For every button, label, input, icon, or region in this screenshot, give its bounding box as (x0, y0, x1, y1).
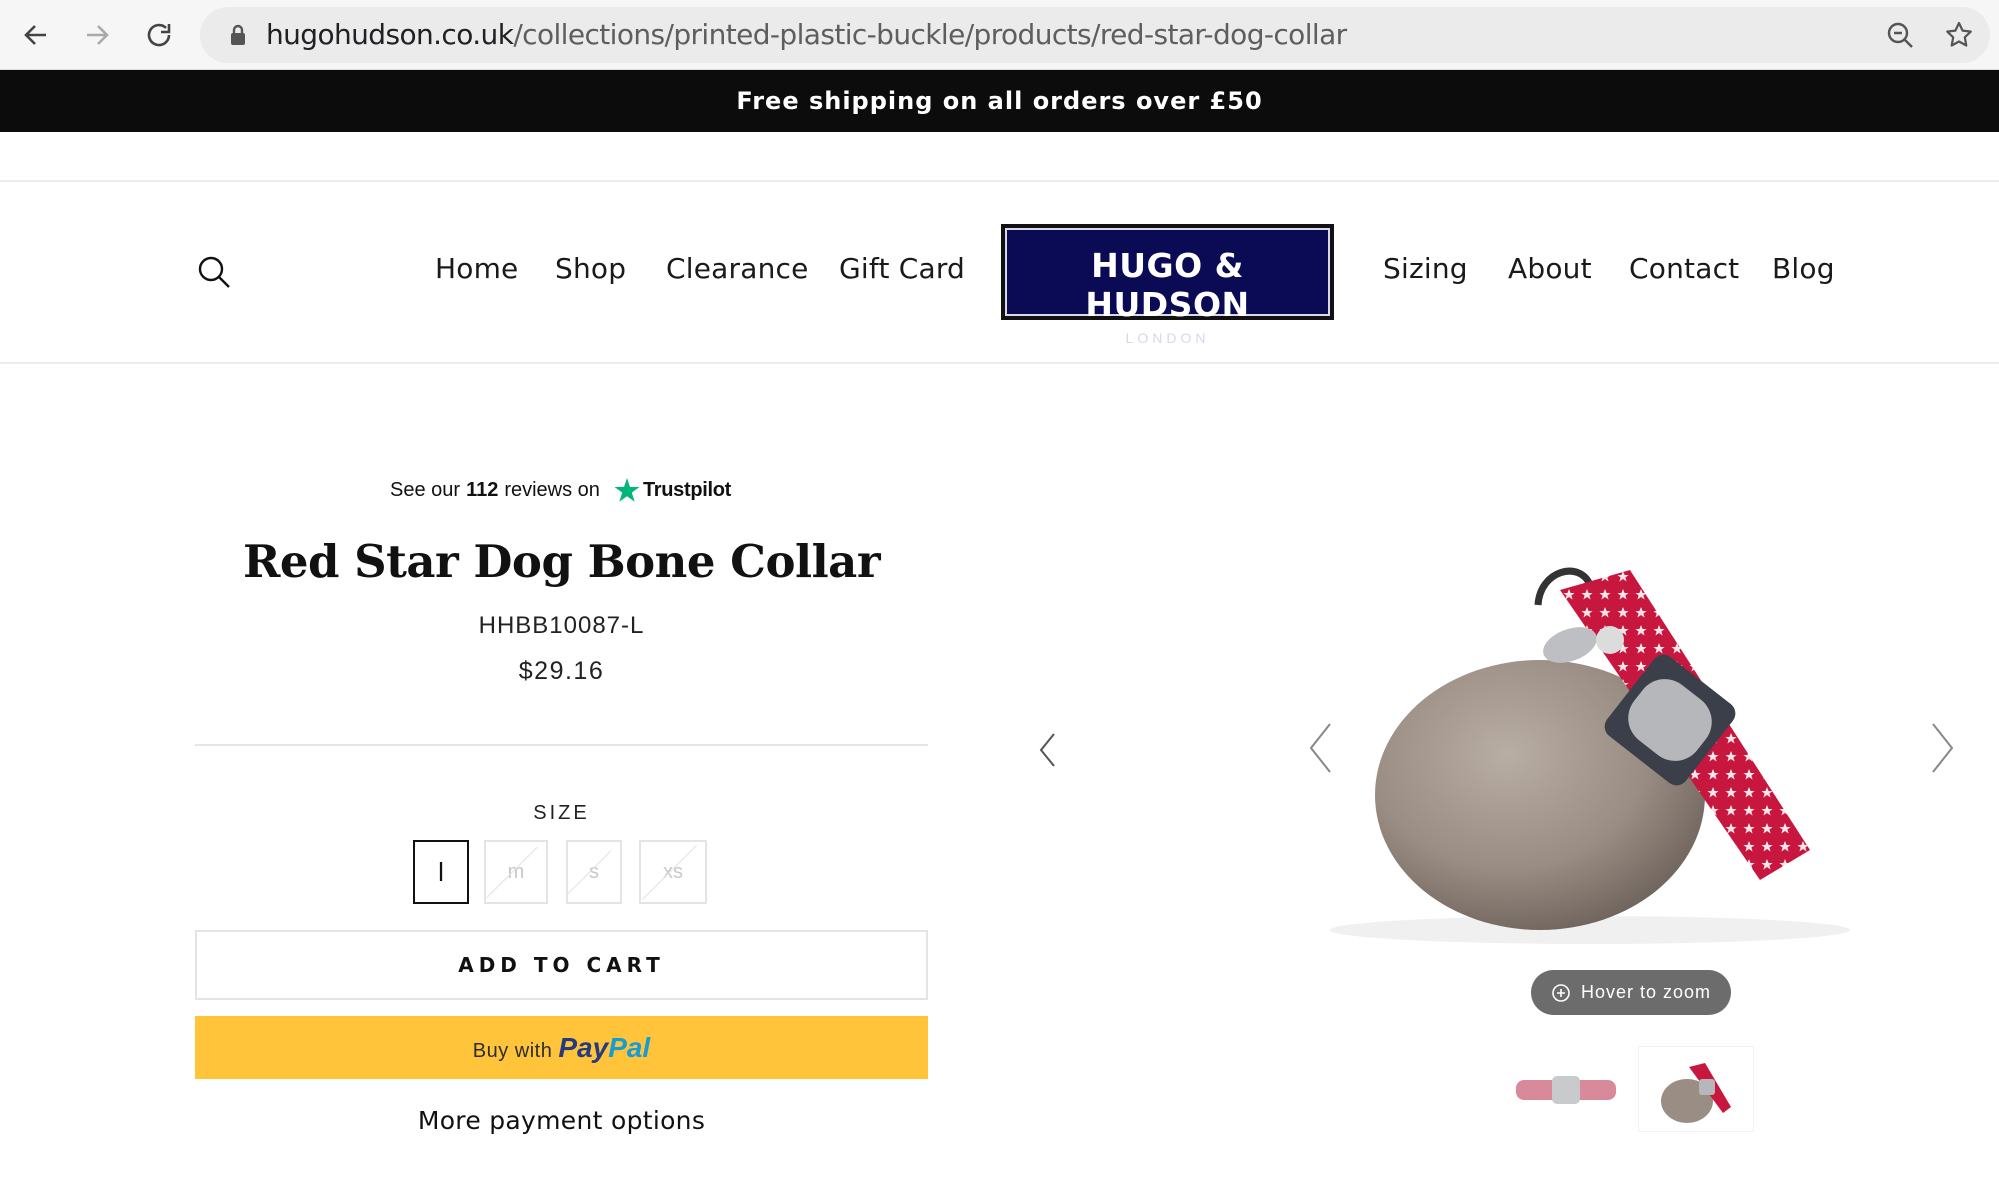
gallery-prev-outer[interactable] (1038, 732, 1058, 773)
product-price: $29.16 (518, 657, 605, 685)
collar-thumbnail-image (1516, 1076, 1616, 1104)
more-payment-options-link[interactable]: More payment options (195, 1106, 928, 1135)
paypal-logo-pal: Pal (608, 1032, 651, 1063)
nav-shop[interactable]: Shop (555, 252, 626, 285)
nav-sizing[interactable]: Sizing (1383, 252, 1468, 285)
forward-button[interactable] (75, 13, 119, 57)
chevron-left-icon (1039, 733, 1055, 767)
address-bar[interactable]: hugohudson.co.uk/collections/printed-pla… (200, 7, 1990, 63)
zoom-hint-text: Hover to zoom (1580, 982, 1712, 1002)
collar-on-stone-thumbnail-image (1661, 1063, 1731, 1123)
nav-clearance[interactable]: Clearance (666, 252, 809, 285)
size-option-s[interactable]: s (566, 840, 622, 904)
announcement-bar: Free shipping on all orders over £50 (0, 70, 1999, 132)
nav-gift-card[interactable]: Gift Card (839, 252, 965, 285)
gallery-next-button[interactable] (1929, 722, 1955, 779)
hover-to-zoom-badge: Hover to zoom (1531, 970, 1731, 1015)
zoom-plus-icon (1551, 983, 1571, 1003)
nav-home[interactable]: Home (435, 252, 519, 285)
reload-icon (147, 23, 171, 47)
trustpilot-prefix: See our (390, 478, 461, 501)
nav-blog[interactable]: Blog (1772, 252, 1835, 285)
thumbnail-2-active[interactable] (1638, 1046, 1754, 1132)
reload-button[interactable] (137, 13, 181, 57)
search-button[interactable] (196, 254, 232, 295)
paypal-buy-with: Buy with (472, 1040, 553, 1062)
back-button[interactable] (14, 13, 58, 57)
paypal-logo-pay: Pay (558, 1032, 609, 1063)
url-host: hugohudson.co.uk (266, 18, 514, 51)
logo-name: HUGO & HUDSON (1085, 246, 1250, 324)
size-option-label: xs (663, 860, 683, 883)
size-option-m[interactable]: m (484, 840, 548, 904)
zoom-icon[interactable] (1880, 15, 1920, 55)
logo-panel: HUGO & HUDSON LONDON (1005, 228, 1330, 346)
arrow-right-icon (87, 25, 109, 45)
nav-contact[interactable]: Contact (1629, 252, 1739, 285)
trustpilot-count: 112 (466, 478, 499, 501)
search-icon (198, 256, 230, 288)
product-divider (195, 744, 928, 746)
unavailable-strike (486, 846, 538, 899)
size-option-xs[interactable]: xs (639, 840, 707, 904)
browser-toolbar: hugohudson.co.uk/collections/printed-pla… (0, 0, 1999, 70)
product-title: Red Star Dog Bone Collar (242, 535, 881, 588)
size-label: SIZE (533, 802, 590, 824)
size-option-l[interactable]: l (413, 840, 469, 904)
collar-on-stone-image (1330, 567, 1850, 944)
lock-icon (218, 15, 258, 55)
trustpilot-suffix: reviews on (504, 478, 600, 501)
unavailable-strike (568, 850, 612, 895)
site-header: Home Shop Clearance Gift Card Sizing Abo… (0, 182, 1999, 362)
trustpilot-brand-text: Trustpilot (642, 478, 732, 501)
logo-subtitle: LONDON (1125, 330, 1210, 346)
size-option-label: l (438, 856, 444, 887)
nav-about[interactable]: About (1508, 252, 1592, 285)
unavailable-strike (641, 844, 697, 901)
trustpilot-brand: Trustpilot (614, 477, 731, 503)
header-bottom-divider (0, 362, 1999, 364)
bookmark-star-icon[interactable] (1939, 15, 1979, 55)
add-to-cart-button[interactable]: ADD TO CART (195, 930, 928, 1000)
trustpilot-star-icon (614, 478, 640, 502)
url-path: /collections/printed-plastic-buckle/prod… (513, 18, 1347, 51)
product-sku: HHBB10087-L (478, 612, 645, 639)
arrow-left-icon (24, 25, 46, 45)
chevron-right-icon (1932, 723, 1954, 773)
thumbnail-1[interactable] (1508, 1046, 1624, 1132)
trustpilot-widget[interactable]: See our 112 reviews on Trustpilot (390, 470, 731, 510)
paypal-button[interactable]: Buy with PayPal (195, 1016, 928, 1079)
url-text: hugohudson.co.uk/collections/printed-pla… (266, 7, 1347, 63)
product-main-image[interactable] (1290, 550, 1920, 950)
site-logo[interactable]: HUGO & HUDSON LONDON (1001, 224, 1334, 346)
